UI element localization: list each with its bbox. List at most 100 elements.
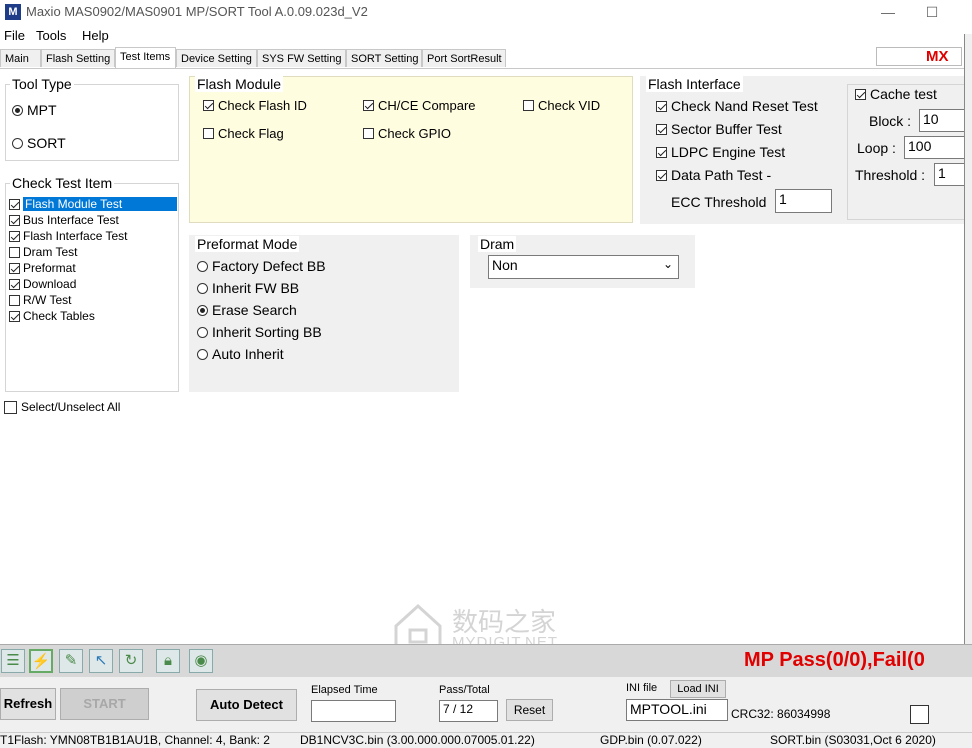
- sector-buffer-test[interactable]: Sector Buffer Test: [656, 121, 782, 137]
- checkbox[interactable]: [656, 123, 667, 135]
- checkbox[interactable]: [656, 169, 667, 181]
- checkbox[interactable]: [9, 214, 20, 226]
- check-vid[interactable]: Check VID: [523, 98, 600, 113]
- list-item[interactable]: Download: [9, 276, 76, 292]
- pin-icon[interactable]: ✎: [59, 649, 83, 673]
- check-flash-id[interactable]: Check Flash ID: [203, 98, 307, 113]
- radio-label: Inherit Sorting BB: [212, 324, 322, 340]
- select-all-indicator[interactable]: [4, 400, 17, 414]
- ldpc-engine-test[interactable]: LDPC Engine Test: [656, 144, 785, 160]
- refresh-cycle-icon[interactable]: ↻: [119, 649, 143, 673]
- list-item[interactable]: Flash Interface Test: [9, 228, 128, 244]
- check-test-item-title: Check Test Item: [10, 175, 115, 191]
- chevron-down-icon[interactable]: ⌄: [663, 257, 673, 271]
- checkbox[interactable]: [9, 310, 20, 322]
- cache-test-label: Cache test: [870, 86, 937, 102]
- radio-label: Factory Defect BB: [212, 258, 326, 274]
- radio-erase-search[interactable]: Erase Search: [197, 302, 297, 318]
- check-test-item-list: Flash Module Test Bus Interface Test Fla…: [5, 196, 179, 336]
- chce-compare-label: CH/CE Compare: [378, 98, 476, 113]
- check-flag-label: Check Flag: [218, 126, 284, 141]
- menu-tools[interactable]: Tools: [36, 28, 66, 43]
- tab-device-setting[interactable]: Device Setting: [176, 49, 257, 67]
- auto-detect-button[interactable]: Auto Detect: [196, 689, 297, 721]
- refresh-button[interactable]: Refresh: [0, 688, 56, 720]
- checkbox[interactable]: [363, 128, 374, 139]
- radio-inherit-fw[interactable]: Inherit FW BB: [197, 280, 299, 296]
- list-item[interactable]: Check Tables: [9, 308, 95, 324]
- pass-total-input[interactable]: 7 / 12: [439, 700, 498, 722]
- start-button[interactable]: START: [60, 688, 149, 720]
- radio-sort[interactable]: SORT: [12, 135, 66, 151]
- checkbox[interactable]: [9, 278, 20, 290]
- ecc-threshold-label: ECC Threshold: [671, 194, 767, 210]
- radio-indicator[interactable]: [197, 260, 208, 272]
- cursor-icon[interactable]: ↖: [89, 649, 113, 673]
- pass-total-label: Pass/Total: [439, 684, 490, 696]
- stop-icon[interactable]: ◉: [189, 649, 213, 673]
- loop-input[interactable]: 100: [904, 136, 972, 159]
- list-item[interactable]: Preformat: [9, 260, 76, 276]
- menu-help[interactable]: Help: [82, 28, 109, 43]
- flash-interface-title: Flash Interface: [646, 76, 743, 92]
- radio-indicator[interactable]: [197, 282, 208, 294]
- data-path-test[interactable]: Data Path Test -: [656, 167, 771, 183]
- checkbox[interactable]: [656, 100, 667, 112]
- radio-inherit-sorting[interactable]: Inherit Sorting BB: [197, 324, 322, 340]
- check-gpio[interactable]: Check GPIO: [363, 126, 451, 141]
- elapsed-label: Elapsed Time: [311, 684, 378, 696]
- radio-sort-label: SORT: [27, 135, 66, 151]
- mp-status: MP Pass(0/0),Fail(0: [744, 649, 925, 671]
- tab-port-sortresult[interactable]: Port SortResult: [422, 49, 506, 67]
- sector-buffer-label: Sector Buffer Test: [671, 121, 782, 137]
- list-item[interactable]: Dram Test: [9, 244, 77, 260]
- checkbox[interactable]: [855, 88, 866, 100]
- dram-select[interactable]: Non ⌄: [488, 255, 679, 279]
- tab-sort-setting[interactable]: SORT Setting: [346, 49, 422, 67]
- list-item[interactable]: Flash Module Test: [9, 196, 177, 212]
- checkbox[interactable]: [9, 294, 20, 306]
- checkbox[interactable]: [9, 230, 20, 242]
- list-item[interactable]: Bus Interface Test: [9, 212, 119, 228]
- reset-button[interactable]: Reset: [506, 699, 553, 721]
- tab-test-items[interactable]: Test Items: [115, 47, 176, 68]
- chce-compare[interactable]: CH/CE Compare: [363, 98, 476, 113]
- indicator-checkbox[interactable]: [910, 705, 929, 724]
- checkbox[interactable]: [9, 262, 20, 274]
- tab-sys-fw-setting[interactable]: SYS FW Setting: [257, 49, 346, 67]
- load-ini-button[interactable]: Load INI: [670, 680, 726, 698]
- status-db-bin: DB1NCV3C.bin (3.00.000.000.07005.01.22): [300, 733, 535, 747]
- radio-indicator[interactable]: [197, 348, 208, 360]
- maximize-icon[interactable]: ☐: [912, 2, 952, 22]
- lock-icon[interactable]: 🔒︎: [156, 649, 180, 673]
- tab-main[interactable]: Main: [0, 49, 41, 67]
- tab-flash-setting[interactable]: Flash Setting: [41, 49, 115, 67]
- radio-sort-indicator[interactable]: [12, 137, 23, 149]
- checkbox[interactable]: [363, 100, 374, 111]
- list-icon[interactable]: ☰: [1, 649, 25, 673]
- cache-test-checkbox[interactable]: Cache test: [855, 86, 939, 102]
- checkbox[interactable]: [523, 100, 534, 111]
- lightning-icon[interactable]: ⚡: [29, 649, 53, 673]
- radio-mpt-indicator[interactable]: [12, 104, 23, 116]
- radio-factory-defect[interactable]: Factory Defect BB: [197, 258, 326, 274]
- radio-indicator[interactable]: [197, 304, 208, 316]
- radio-indicator[interactable]: [197, 326, 208, 338]
- checkbox[interactable]: [203, 100, 214, 111]
- list-item[interactable]: R/W Test: [9, 292, 71, 308]
- select-all-checkbox[interactable]: Select/Unselect All: [4, 400, 120, 414]
- checkbox[interactable]: [203, 128, 214, 139]
- menu-file[interactable]: File: [4, 28, 25, 43]
- minimize-icon[interactable]: —: [868, 2, 908, 22]
- check-flag[interactable]: Check Flag: [203, 126, 284, 141]
- nand-reset-test[interactable]: Check Nand Reset Test: [656, 98, 818, 114]
- elapsed-input[interactable]: [311, 700, 396, 722]
- check-vid-label: Check VID: [538, 98, 601, 113]
- checkbox[interactable]: [656, 146, 667, 158]
- radio-auto-inherit[interactable]: Auto Inherit: [197, 346, 284, 362]
- ecc-threshold-input[interactable]: 1: [775, 189, 832, 213]
- checkbox[interactable]: [9, 246, 20, 258]
- checkbox[interactable]: [9, 198, 20, 210]
- ini-file-input[interactable]: MPTOOL.ini: [626, 699, 728, 721]
- radio-mpt[interactable]: MPT: [12, 102, 57, 118]
